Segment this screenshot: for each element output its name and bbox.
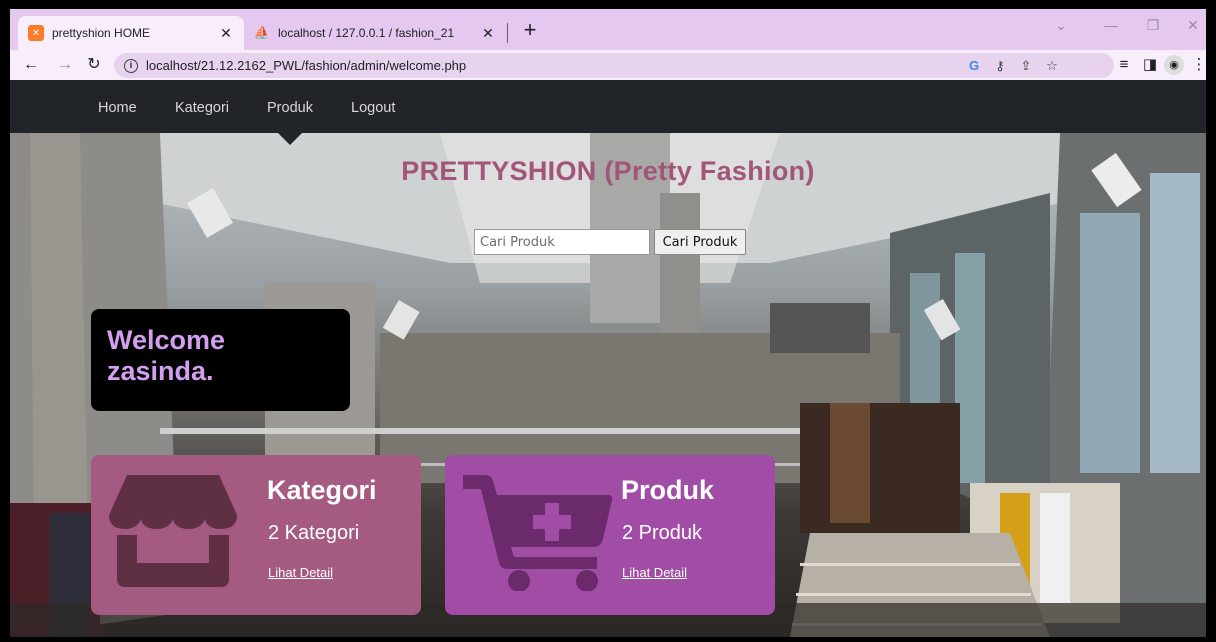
store-icon xyxy=(109,475,237,587)
reading-list-icon[interactable]: ≡ xyxy=(1113,54,1135,76)
key-icon[interactable]: ⚷ xyxy=(990,53,1010,78)
restore-icon[interactable]: ❐ xyxy=(1138,17,1168,34)
welcome-username: zasinda. xyxy=(107,356,214,386)
google-icon[interactable]: G xyxy=(964,53,984,78)
site-navbar: Home Kategori Produk Logout xyxy=(10,80,1206,133)
new-tab-button[interactable]: + xyxy=(517,18,543,44)
site-title: PRETTYSHION (Pretty Fashion) xyxy=(401,156,815,186)
forward-icon[interactable]: → xyxy=(54,54,76,76)
kategori-detail-link[interactable]: Lihat Detail xyxy=(268,565,333,580)
produk-card-count: 2 Produk xyxy=(622,522,703,544)
close-window-icon[interactable]: ✕ xyxy=(1178,17,1206,34)
tab-strip: ✕ prettyshion HOME ✕ ⛵ localhost / 127.0… xyxy=(10,9,1206,50)
tab-title: localhost / 127.0.0.1 / fashion_21 xyxy=(278,26,455,40)
search-input[interactable] xyxy=(474,229,650,255)
phpmyadmin-icon: ⛵ xyxy=(253,25,271,40)
tab-phpmyadmin[interactable]: ⛵ localhost / 127.0.0.1 / fashion_21 ✕ xyxy=(244,16,506,50)
search-button[interactable]: Cari Produk xyxy=(654,229,746,255)
back-icon[interactable]: ← xyxy=(20,54,42,76)
menu-kebab-icon[interactable]: ⋮ xyxy=(1188,54,1207,76)
reload-icon[interactable]: ↻ xyxy=(83,54,105,76)
star-icon[interactable]: ☆ xyxy=(1042,53,1062,78)
xampp-icon: ✕ xyxy=(28,25,44,41)
active-nav-indicator xyxy=(278,133,302,145)
nav-produk[interactable]: Produk xyxy=(267,80,313,133)
tab-search-icon[interactable]: ⌄ xyxy=(1046,17,1076,34)
minimize-icon[interactable]: — xyxy=(1096,17,1126,33)
kategori-card-count: 2 Kategori xyxy=(268,522,360,544)
nav-logout[interactable]: Logout xyxy=(351,80,395,133)
share-icon[interactable]: ⇪ xyxy=(1016,53,1036,78)
welcome-box: Welcome zasinda. xyxy=(91,309,350,411)
hero-section: PRETTYSHION (Pretty Fashion) Cari Produk… xyxy=(10,133,1206,637)
kategori-card-title: Kategori xyxy=(267,475,377,505)
tab-title: prettyshion HOME xyxy=(52,26,151,40)
address-bar[interactable]: i localhost/21.12.2162_PWL/fashion/admin… xyxy=(114,53,1114,78)
produk-detail-link[interactable]: Lihat Detail xyxy=(622,565,687,580)
info-icon[interactable]: i xyxy=(124,58,138,73)
browser-window: ✕ prettyshion HOME ✕ ⛵ localhost / 127.0… xyxy=(10,9,1206,637)
welcome-line: Welcome xyxy=(107,325,226,355)
profile-avatar-icon[interactable]: ◉ xyxy=(1164,55,1184,75)
nav-home[interactable]: Home xyxy=(98,80,137,133)
nav-kategori[interactable]: Kategori xyxy=(175,80,229,133)
side-panel-icon[interactable]: ◨ xyxy=(1139,54,1161,76)
browser-toolbar: ← → ↻ i localhost/21.12.2162_PWL/fashion… xyxy=(10,50,1206,80)
address-text: localhost/21.12.2162_PWL/fashion/admin/w… xyxy=(146,58,467,73)
produk-card: Produk 2 Produk Lihat Detail xyxy=(445,455,775,615)
kategori-card: Kategori 2 Kategori Lihat Detail xyxy=(91,455,421,615)
cart-plus-icon xyxy=(463,475,613,591)
close-tab-icon[interactable]: ✕ xyxy=(480,25,496,42)
tab-prettyshion-home[interactable]: ✕ prettyshion HOME ✕ xyxy=(18,16,244,50)
close-tab-icon[interactable]: ✕ xyxy=(218,25,234,42)
produk-card-title: Produk xyxy=(621,475,715,505)
tab-separator xyxy=(507,23,508,43)
